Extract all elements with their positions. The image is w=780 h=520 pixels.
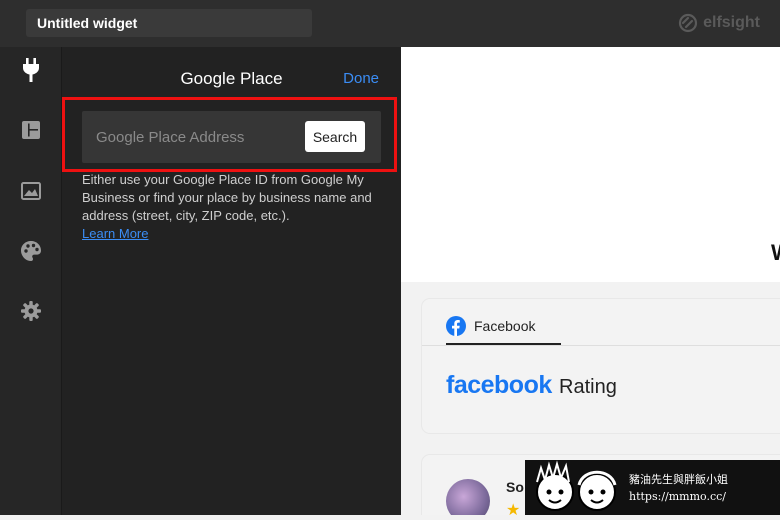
avatar (446, 479, 490, 515)
elfsight-logo: elfsight (678, 12, 760, 34)
elfsight-mark-icon (679, 13, 698, 33)
plug-icon (23, 58, 39, 82)
tab-divider (422, 345, 780, 346)
layout-icon (22, 121, 40, 139)
facebook-wordmark: facebook (446, 371, 552, 399)
help-text-block: Either use your Google Place ID from Goo… (82, 171, 387, 243)
learn-more-link[interactable]: Learn More (82, 226, 148, 241)
sidebar-item-layout[interactable] (18, 117, 44, 143)
sidebar-rail (0, 47, 62, 515)
cartoon-faces-image (525, 460, 625, 515)
preview-heading-clipped: W (771, 240, 780, 266)
image-icon (21, 182, 41, 200)
watermark: 豬油先生與胖飯小姐 https://mmmo.cc/ (525, 460, 780, 515)
preview-header-area (401, 47, 780, 282)
rating-card: Facebook facebook Rating (422, 299, 780, 433)
star-icon: ★ (506, 502, 521, 515)
sidebar-item-header[interactable] (18, 178, 44, 204)
tab-facebook[interactable]: Facebook (446, 309, 535, 343)
top-bar: Untitled widget elfsight (0, 0, 780, 47)
place-address-input[interactable] (96, 124, 296, 150)
watermark-line2: https://mmmo.cc/ (629, 489, 726, 503)
watermark-text: 豬油先生與胖飯小姐 https://mmmo.cc/ (625, 471, 728, 505)
facebook-icon (446, 316, 466, 336)
widget-preview: W Facebook facebook Rating So ★ (401, 47, 780, 515)
place-search-box: Search (82, 111, 381, 163)
settings-panel: Google Place Done Search Either use your… (62, 47, 401, 515)
sidebar-item-source[interactable] (18, 57, 44, 83)
reviewer-name: So (506, 479, 524, 495)
done-button[interactable]: Done (343, 70, 379, 87)
gear-icon (21, 301, 41, 321)
widget-title-field[interactable]: Untitled widget (26, 9, 312, 37)
brand-name: elfsight (703, 14, 760, 31)
tab-facebook-label: Facebook (474, 318, 536, 334)
rating-label: Rating (559, 376, 617, 398)
sidebar-item-style[interactable] (18, 238, 44, 264)
help-text: Either use your Google Place ID from Goo… (82, 172, 372, 223)
palette-icon (21, 241, 41, 261)
search-button[interactable]: Search (305, 121, 365, 152)
sidebar-item-settings[interactable] (18, 298, 44, 324)
watermark-line1: 豬油先生與胖飯小姐 (629, 472, 728, 486)
